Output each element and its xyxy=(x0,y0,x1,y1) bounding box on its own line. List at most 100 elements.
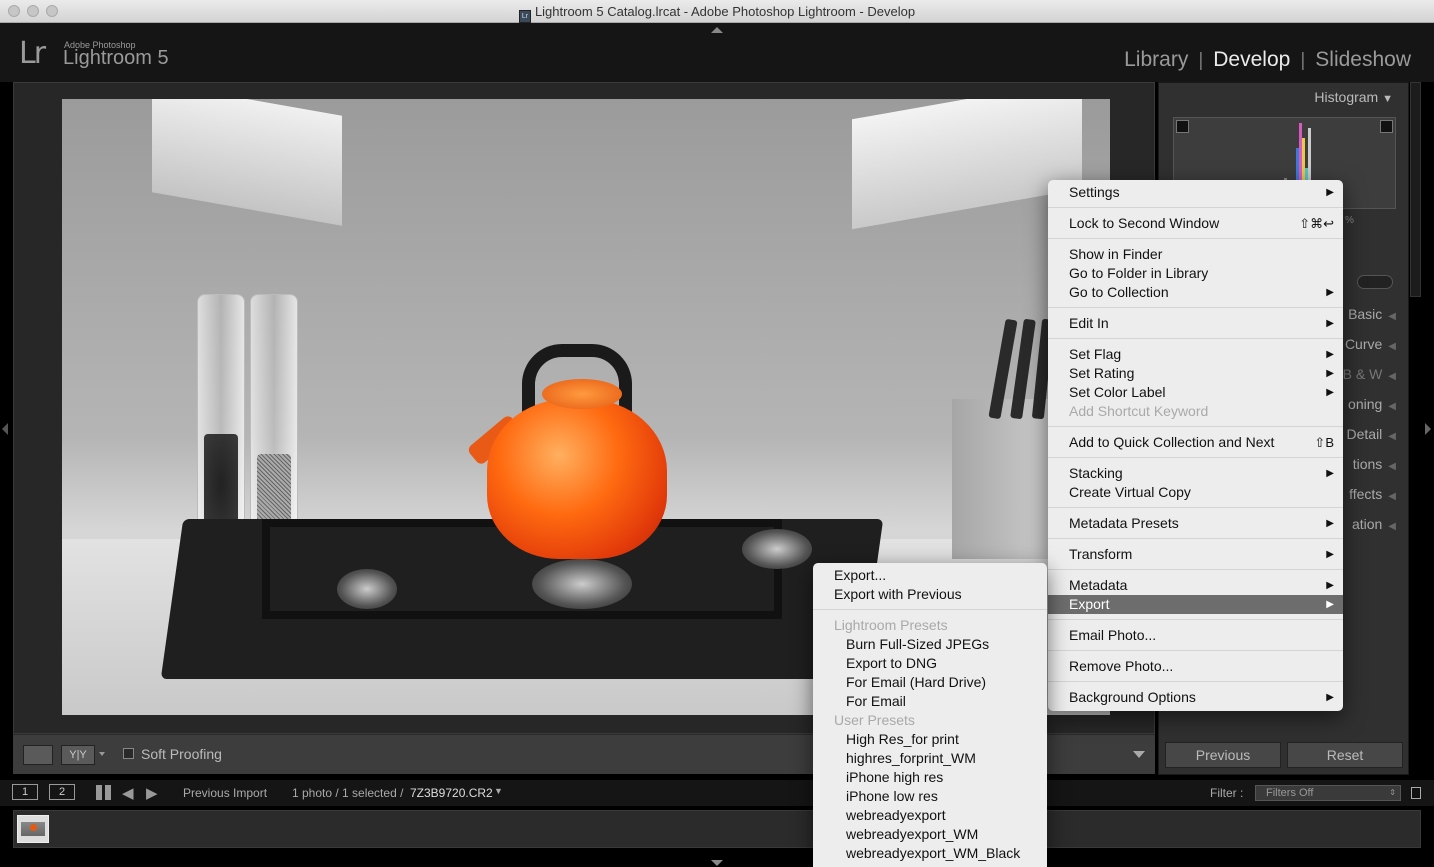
menu-separator xyxy=(1048,569,1343,570)
panel-split-toning[interactable]: oning ◀ xyxy=(1348,396,1396,412)
menu-item-metadata[interactable]: Metadata ▶ xyxy=(1048,576,1343,595)
right-panel-scrollbar[interactable] xyxy=(1410,82,1421,297)
submenu-item-preset[interactable]: For Email (Hard Drive) xyxy=(813,673,1047,692)
menu-label: High Res_for print xyxy=(846,731,959,747)
brand-name: Lightroom 5 xyxy=(63,47,169,69)
panel-lens-corrections-label: tions xyxy=(1352,456,1383,472)
panel-expand-icon: ◀ xyxy=(1388,491,1396,502)
panel-detail-label: Detail xyxy=(1346,426,1383,442)
menu-item-export[interactable]: Export ▶ xyxy=(1048,595,1343,614)
toolbar-options-dropdown-icon[interactable] xyxy=(1133,751,1145,758)
menu-item-remove-photo[interactable]: Remove Photo... xyxy=(1048,657,1343,676)
menu-separator xyxy=(1048,338,1343,339)
menu-item-add-quick-collection[interactable]: Add to Quick Collection and Next ⇧B xyxy=(1048,433,1343,452)
menu-label: Settings xyxy=(1069,184,1120,200)
menu-label: Remove Photo... xyxy=(1069,658,1174,674)
menu-label: Set Flag xyxy=(1069,346,1122,362)
highlight-clipping-icon[interactable] xyxy=(1380,120,1393,133)
menu-label: Export... xyxy=(834,567,887,583)
menu-item-go-to-collection[interactable]: Go to Collection ▶ xyxy=(1048,283,1343,302)
submenu-item-user-preset[interactable]: iPhone high res xyxy=(813,768,1047,787)
submenu-item-user-preset[interactable]: iPhone low res xyxy=(813,787,1047,806)
menu-label: Go to Collection xyxy=(1069,284,1169,300)
back-arrow-icon[interactable]: ◀ xyxy=(122,784,134,802)
menu-label: Metadata Presets xyxy=(1069,515,1179,531)
submenu-item-preset[interactable]: For Email xyxy=(813,692,1047,711)
filename-dropdown-icon[interactable]: ▼ xyxy=(494,786,503,796)
menu-item-edit-in[interactable]: Edit In ▶ xyxy=(1048,314,1343,333)
forward-arrow-icon[interactable]: ▶ xyxy=(146,784,158,802)
menu-item-set-rating[interactable]: Set Rating ▶ xyxy=(1048,364,1343,383)
previous-button[interactable]: Previous xyxy=(1165,742,1281,768)
submenu-item-export[interactable]: Export... xyxy=(813,566,1047,585)
menu-item-background-options[interactable]: Background Options ▶ xyxy=(1048,688,1343,707)
context-menu: Settings ▶ Lock to Second Window ⇧⌘↩ Show … xyxy=(1048,180,1343,711)
submenu-header-user-presets: User Presets xyxy=(813,711,1047,730)
filter-select[interactable]: Filters Off ⇕ xyxy=(1255,785,1401,801)
menu-item-go-to-folder[interactable]: Go to Folder in Library xyxy=(1048,264,1343,283)
menu-label: highres_forprint_WM xyxy=(846,750,976,766)
menu-item-transform[interactable]: Transform ▶ xyxy=(1048,545,1343,564)
export-submenu: Export... Export with Previous Lightroom… xyxy=(813,563,1047,867)
tool-slider-icon[interactable] xyxy=(1357,275,1393,289)
filename-label[interactable]: 7Z3B9720.CR2 xyxy=(410,786,493,800)
submenu-item-preset[interactable]: Burn Full-Sized JPEGs xyxy=(813,635,1047,654)
histogram-header[interactable]: Histogram ▼ xyxy=(1314,89,1393,105)
menu-item-metadata-presets[interactable]: Metadata Presets ▶ xyxy=(1048,514,1343,533)
menu-item-settings[interactable]: Settings ▶ xyxy=(1048,183,1343,202)
photo-burner xyxy=(532,559,632,609)
photo-kettle-lid xyxy=(542,379,622,409)
filter-lock-icon[interactable] xyxy=(1411,787,1421,799)
panel-camera-calibration[interactable]: ation ◀ xyxy=(1352,516,1396,532)
menu-label: webreadyexport xyxy=(846,807,946,823)
menu-item-show-in-finder[interactable]: Show in Finder xyxy=(1048,245,1343,264)
menu-separator xyxy=(1048,457,1343,458)
reset-button[interactable]: Reset xyxy=(1287,742,1403,768)
panel-hsl[interactable]: B & W ◀ xyxy=(1343,366,1396,382)
panel-expand-icon: ◀ xyxy=(1388,371,1396,382)
menu-item-stacking[interactable]: Stacking ▶ xyxy=(1048,464,1343,483)
submenu-header-lightroom-presets: Lightroom Presets xyxy=(813,616,1047,635)
menu-separator xyxy=(1048,619,1343,620)
collapse-top-panel-arrow-icon[interactable] xyxy=(711,27,723,33)
module-slideshow[interactable]: Slideshow xyxy=(1315,48,1411,71)
menu-shortcut: ⇧B xyxy=(1314,435,1334,450)
submenu-item-user-preset[interactable]: webreadyexport_WM xyxy=(813,825,1047,844)
second-window-button[interactable]: 2 xyxy=(49,784,75,800)
filmstrip-thumbnail[interactable] xyxy=(17,815,49,843)
menu-label: Add to Quick Collection and Next xyxy=(1069,434,1275,450)
loupe-view-button[interactable] xyxy=(23,745,53,765)
before-after-button[interactable]: Y|Y xyxy=(61,745,95,765)
grid-view-icon[interactable] xyxy=(96,785,111,800)
module-library[interactable]: Library xyxy=(1124,48,1188,71)
collapse-filmstrip-arrow-icon[interactable] xyxy=(711,860,723,866)
menu-item-set-flag[interactable]: Set Flag ▶ xyxy=(1048,345,1343,364)
source-label[interactable]: Previous Import xyxy=(183,786,267,800)
submenu-item-user-preset[interactable]: High Res_for print xyxy=(813,730,1047,749)
menu-item-email-photo[interactable]: Email Photo... xyxy=(1048,626,1343,645)
submenu-item-user-preset[interactable]: webreadyexport_WM_Black xyxy=(813,844,1047,863)
menu-separator xyxy=(1048,207,1343,208)
collapse-left-panel-arrow-icon[interactable] xyxy=(2,423,8,435)
submenu-item-export-previous[interactable]: Export with Previous xyxy=(813,585,1047,604)
menu-item-lock-second-window[interactable]: Lock to Second Window ⇧⌘↩ xyxy=(1048,214,1343,233)
panel-lens-corrections[interactable]: tions ◀ xyxy=(1353,456,1396,472)
module-develop[interactable]: Develop xyxy=(1213,48,1290,71)
before-after-dropdown-icon[interactable] xyxy=(99,752,105,756)
menu-item-set-color-label[interactable]: Set Color Label ▶ xyxy=(1048,383,1343,402)
panel-tone-curve[interactable]: Curve ◀ xyxy=(1345,336,1396,352)
panel-detail[interactable]: Detail ◀ xyxy=(1347,426,1397,442)
panel-basic[interactable]: Basic ◀ xyxy=(1348,306,1396,322)
panel-expand-icon: ◀ xyxy=(1388,341,1396,352)
photo-burner xyxy=(337,569,397,609)
panel-effects[interactable]: ffects ◀ xyxy=(1349,486,1396,502)
submenu-item-preset[interactable]: Export to DNG xyxy=(813,654,1047,673)
submenu-item-user-preset[interactable]: webreadyexport xyxy=(813,806,1047,825)
submenu-item-user-preset[interactable]: highres_forprint_WM xyxy=(813,749,1047,768)
menu-item-create-virtual-copy[interactable]: Create Virtual Copy xyxy=(1048,483,1343,502)
shadow-clipping-icon[interactable] xyxy=(1176,120,1189,133)
lightroom-logo: Lr xyxy=(19,36,46,71)
collapse-right-panel-arrow-icon[interactable] xyxy=(1425,423,1431,435)
soft-proofing-checkbox[interactable] xyxy=(123,748,134,759)
main-window-button[interactable]: 1 xyxy=(12,784,38,800)
